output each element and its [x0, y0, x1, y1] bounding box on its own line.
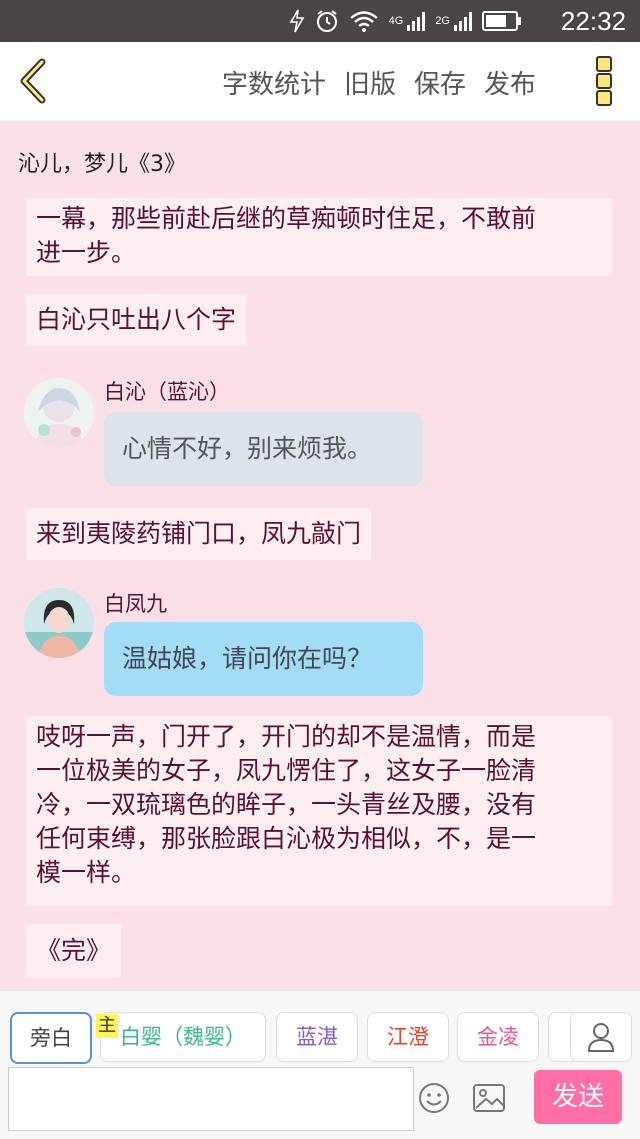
narration-line: 一位极美的女子，凤九愣住了，这女子一脸清: [36, 756, 537, 785]
role-narrator-button[interactable]: 旁白: [10, 1012, 92, 1064]
network-4g-label: 4G: [388, 15, 404, 27]
save-button[interactable]: 保存: [414, 64, 466, 101]
narration-block[interactable]: 《完》: [26, 924, 122, 978]
role-button-bai-ying[interactable]: 白婴（魏婴）: [100, 1012, 266, 1062]
word-count-button[interactable]: 字数统计: [222, 64, 326, 101]
image-icon[interactable]: [472, 1082, 506, 1114]
wifi-icon: [349, 11, 378, 32]
send-button[interactable]: 发送: [534, 1070, 622, 1124]
bolt-icon: [289, 9, 305, 33]
chapter-title: 沁儿，梦儿《3》: [18, 152, 186, 177]
speaker-name: 白沁（蓝沁）: [104, 380, 230, 404]
narration-line: 模一样。: [36, 858, 137, 887]
network-2g-label: 2G: [435, 15, 450, 27]
role-button-jin-ling[interactable]: 金凌: [457, 1012, 539, 1062]
role-button-jiang-cheng[interactable]: 江澄: [367, 1012, 449, 1062]
old-version-button[interactable]: 旧版: [344, 64, 396, 101]
narration-line: 一幕，那些前赴后继的草痴顿时住足，不敢前: [36, 204, 537, 233]
dialogue-bubble[interactable]: 心情不好，别来烦我。: [104, 412, 423, 486]
role-manager-button[interactable]: [570, 1012, 632, 1062]
narration-block[interactable]: 来到夷陵药铺门口，凤九敲门: [26, 508, 372, 560]
role-button-lan-zhan[interactable]: 蓝湛: [276, 1012, 358, 1062]
narration-line: 吱呀一声，门开了，开门的却不是温情，而是: [36, 722, 537, 751]
narration-line: 冷，一双琉璃色的眸子，一头青丝及腰，没有: [36, 790, 537, 819]
publish-button[interactable]: 发布: [484, 64, 536, 101]
signal-2-icon: [454, 11, 472, 31]
status-icons: 4G 2G: [289, 8, 522, 34]
narration-text: 白沁只吐出八个字: [36, 305, 237, 334]
narration-line: 任何束缚，那张脸跟白沁极为相似，不，是一: [36, 824, 537, 853]
dialogue-bubble[interactable]: 温姑娘，请问你在吗？: [104, 622, 423, 696]
top-actions: 字数统计 旧版 保存 发布: [222, 64, 536, 101]
speaker-name: 白凤九: [104, 592, 167, 616]
narration-block[interactable]: 一幕，那些前赴后继的草痴顿时住足，不敢前 进一步。: [26, 198, 612, 276]
avatar-bai-qin[interactable]: [24, 378, 94, 448]
avatar-image: [24, 378, 94, 448]
alarm-icon: [316, 10, 337, 32]
signal-icon: [407, 11, 426, 31]
main-role-badge: 主: [96, 1014, 118, 1038]
narration-line: 进一步。: [36, 238, 137, 267]
narration-block[interactable]: 吱呀一声，门开了，开门的却不是温情，而是 一位极美的女子，凤九愣住了，这女子一脸…: [26, 716, 612, 906]
back-chevron-icon[interactable]: [14, 56, 54, 106]
avatar-image: [24, 588, 94, 658]
message-input[interactable]: [8, 1067, 414, 1131]
narration-block[interactable]: 白沁只吐出八个字: [26, 294, 247, 346]
emoji-icon[interactable]: [418, 1082, 450, 1114]
more-menu-icon[interactable]: [596, 56, 612, 106]
top-bar: 字数统计 旧版 保存 发布: [0, 42, 640, 121]
narration-text: 《完》: [36, 936, 112, 965]
clock: 22:32: [560, 6, 626, 36]
status-bar: 4G 2G 22:32: [0, 0, 640, 42]
battery-icon: [482, 11, 521, 31]
avatar-bai-fengjiu[interactable]: [24, 588, 94, 658]
person-icon: [587, 1023, 615, 1052]
narration-text: 来到夷陵药铺门口，凤九敲门: [36, 519, 362, 548]
